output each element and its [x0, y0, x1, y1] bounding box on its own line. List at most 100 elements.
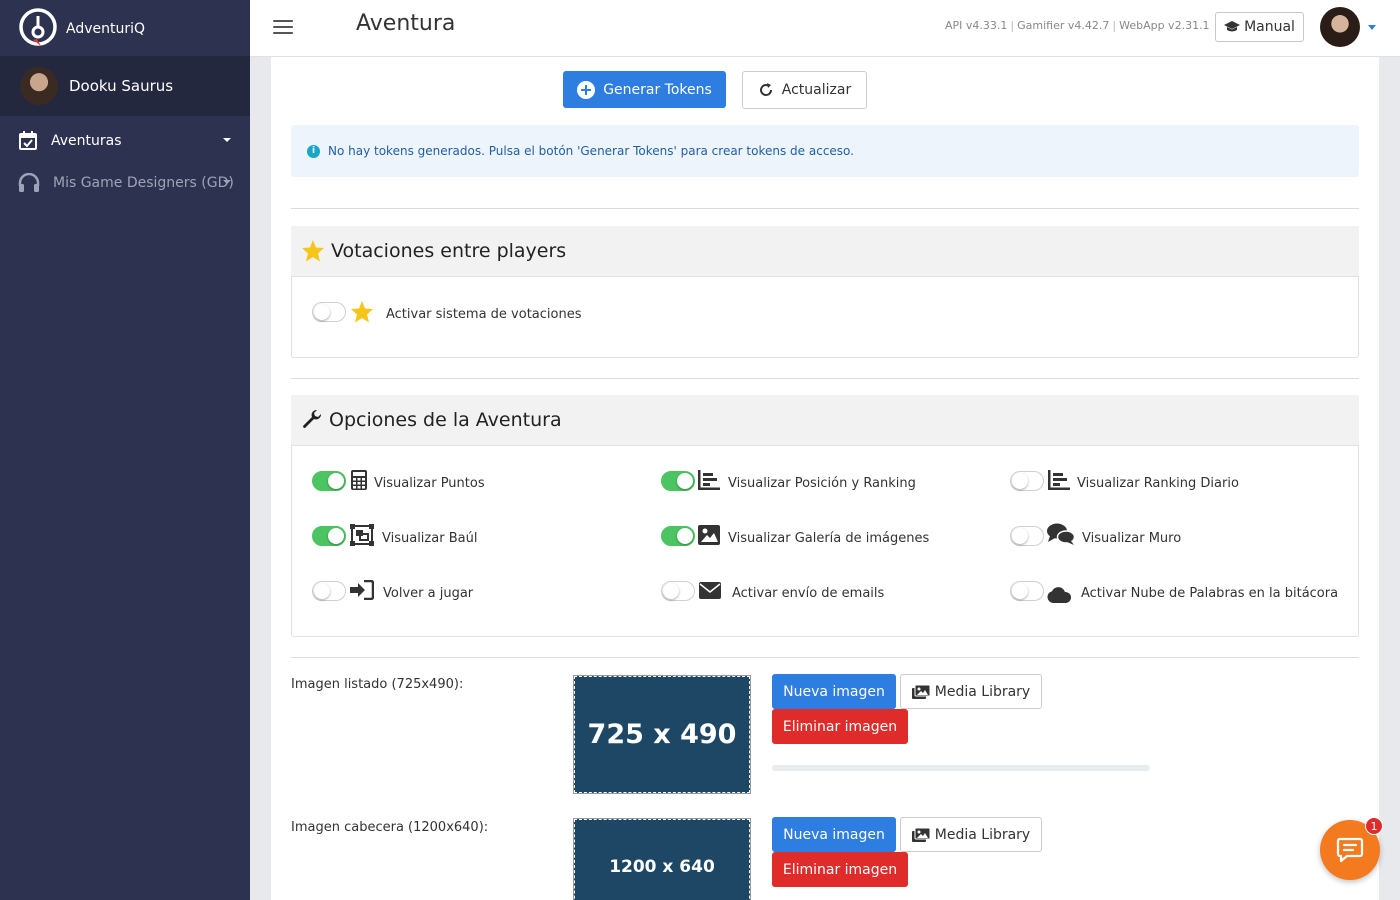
option-label: Visualizar Galería de imágenes	[728, 531, 930, 546]
image-listado-preview-text: 725 x 490	[587, 719, 737, 750]
sidebar-item-label: Mis Game Designers (GD)	[53, 175, 234, 191]
version-info: API v4.33.1 | Gamifier v4.42.7 | WebApp v2.3…	[945, 19, 1210, 32]
new-image-button[interactable]: Nueva imagen	[772, 817, 896, 852]
star-icon	[302, 240, 324, 262]
envelope-icon	[699, 582, 721, 599]
refresh-label: Actualizar	[781, 82, 852, 98]
tokens-info-text: No hay tokens generados. Pulsa el botón …	[328, 144, 854, 158]
options-section-header: Opciones de la Aventura	[291, 395, 1359, 446]
generate-tokens-label: Generar Tokens	[603, 81, 712, 98]
option-toggle-volver-jugar[interactable]	[312, 581, 346, 601]
option-label: Visualizar Muro	[1082, 531, 1182, 546]
wrench-icon	[303, 409, 322, 428]
option-toggle-ranking[interactable]	[661, 471, 695, 491]
delete-image-label: Eliminar imagen	[782, 861, 898, 878]
image-cabecera-preview-text: 1200 x 640	[609, 856, 715, 877]
image-listado-preview[interactable]: 725 x 490	[573, 675, 751, 794]
images-icon	[911, 827, 930, 842]
option-toggle-ranking-diario[interactable]	[1010, 471, 1044, 491]
chat-unread-badge: 1	[1365, 817, 1383, 835]
upload-progress-bar	[772, 765, 1150, 771]
image-cabecera-label: Imagen cabecera (1200x640):	[291, 820, 489, 835]
version-separator: |	[1010, 19, 1015, 32]
api-version: API v4.33.1	[945, 19, 1008, 32]
version-separator: |	[1112, 19, 1117, 32]
gamifier-version: Gamifier v4.42.7	[1017, 19, 1110, 32]
media-library-label: Media Library	[934, 826, 1031, 843]
chat-icon	[1336, 837, 1364, 863]
webapp-version: WebApp v2.31.1	[1119, 19, 1210, 32]
option-label: Volver a jugar	[383, 586, 474, 601]
options-section-title: Opciones de la Aventura	[329, 409, 562, 431]
menu-toggle-icon[interactable]	[273, 20, 293, 36]
media-library-label: Media Library	[934, 683, 1031, 700]
refresh-button[interactable]: Actualizar	[742, 71, 867, 109]
chevron-down-icon[interactable]	[1368, 25, 1376, 30]
new-image-label: Nueva imagen	[783, 826, 885, 843]
new-image-button[interactable]: Nueva imagen	[772, 674, 896, 709]
voting-section-title: Votaciones entre players	[331, 240, 567, 262]
option-label: Visualizar Ranking Diario	[1077, 476, 1239, 491]
star-icon	[351, 301, 373, 323]
voting-section-header: Votaciones entre players	[291, 226, 1359, 277]
voting-toggle-label: Activar sistema de votaciones	[386, 307, 582, 322]
tokens-info-alert: i No hay tokens generados. Pulsa el botó…	[291, 125, 1359, 177]
cloud-icon	[1047, 587, 1071, 603]
adventuriq-logo-icon	[19, 8, 57, 46]
sidebar-item-aventuras[interactable]: Aventuras	[0, 120, 250, 162]
bar-chart-icon	[1048, 470, 1070, 490]
user-name: Dooku Saurus	[69, 77, 174, 95]
user-panel[interactable]: Dooku Saurus	[0, 56, 250, 116]
calculator-icon	[351, 470, 367, 490]
option-label: Visualizar Posición y Ranking	[728, 476, 916, 491]
option-label: Visualizar Baúl	[382, 531, 478, 546]
chevron-down-icon	[223, 180, 231, 184]
divider	[291, 208, 1359, 209]
sidebar-item-label: Aventuras	[51, 133, 122, 149]
option-toggle-emails[interactable]	[661, 581, 695, 601]
avatar	[20, 67, 58, 105]
divider	[291, 657, 1359, 658]
option-toggle-puntos[interactable]	[312, 471, 346, 491]
option-label: Activar Nube de Palabras en la bitácora	[1081, 586, 1339, 601]
options-section-body: Visualizar Puntos Visualizar Posición y …	[291, 446, 1359, 637]
option-toggle-galeria[interactable]	[661, 526, 695, 546]
delete-image-button[interactable]: Eliminar imagen	[772, 852, 908, 887]
sign-in-icon	[350, 580, 374, 600]
avatar[interactable]	[1320, 7, 1360, 47]
main-content: Generar Tokens Actualizar i No hay token…	[271, 57, 1379, 900]
option-toggle-nube[interactable]	[1010, 581, 1044, 601]
manual-button[interactable]: Manual	[1215, 12, 1304, 42]
delete-image-button[interactable]: Eliminar imagen	[772, 709, 908, 744]
manual-label: Manual	[1244, 19, 1295, 35]
headphones-icon	[18, 173, 40, 192]
voting-section-body: Activar sistema de votaciones	[291, 277, 1359, 358]
generate-tokens-button[interactable]: Generar Tokens	[563, 71, 726, 108]
image-cabecera-preview[interactable]: 1200 x 640	[573, 818, 751, 900]
option-toggle-baul[interactable]	[312, 526, 346, 546]
voting-toggle[interactable]	[312, 302, 346, 322]
brand-name: AdventuriQ	[66, 21, 146, 37]
image-icon	[698, 525, 720, 545]
comments-icon	[1047, 523, 1075, 545]
info-icon: i	[307, 144, 320, 158]
calendar-check-icon	[19, 131, 37, 150]
plus-circle-icon	[577, 80, 596, 99]
image-listado-label: Imagen listado (725x490):	[291, 677, 464, 692]
option-label: Activar envío de emails	[732, 586, 885, 601]
bar-chart-icon	[698, 470, 720, 490]
sidebar-item-game-designers[interactable]: Mis Game Designers (GD)	[0, 162, 250, 204]
brand[interactable]: AdventuriQ	[0, 0, 250, 56]
refresh-icon	[759, 83, 772, 96]
sidebar: AdventuriQ Dooku Saurus Aventuras Mis Ga…	[0, 0, 250, 900]
images-icon	[911, 684, 930, 699]
object-group-icon	[350, 524, 374, 546]
option-label: Visualizar Puntos	[374, 476, 485, 491]
option-toggle-muro[interactable]	[1010, 526, 1044, 546]
divider	[291, 378, 1359, 379]
new-image-label: Nueva imagen	[783, 683, 885, 700]
delete-image-label: Eliminar imagen	[782, 718, 898, 735]
media-library-button[interactable]: Media Library	[900, 817, 1042, 852]
chevron-down-icon	[223, 138, 231, 142]
media-library-button[interactable]: Media Library	[900, 674, 1042, 709]
